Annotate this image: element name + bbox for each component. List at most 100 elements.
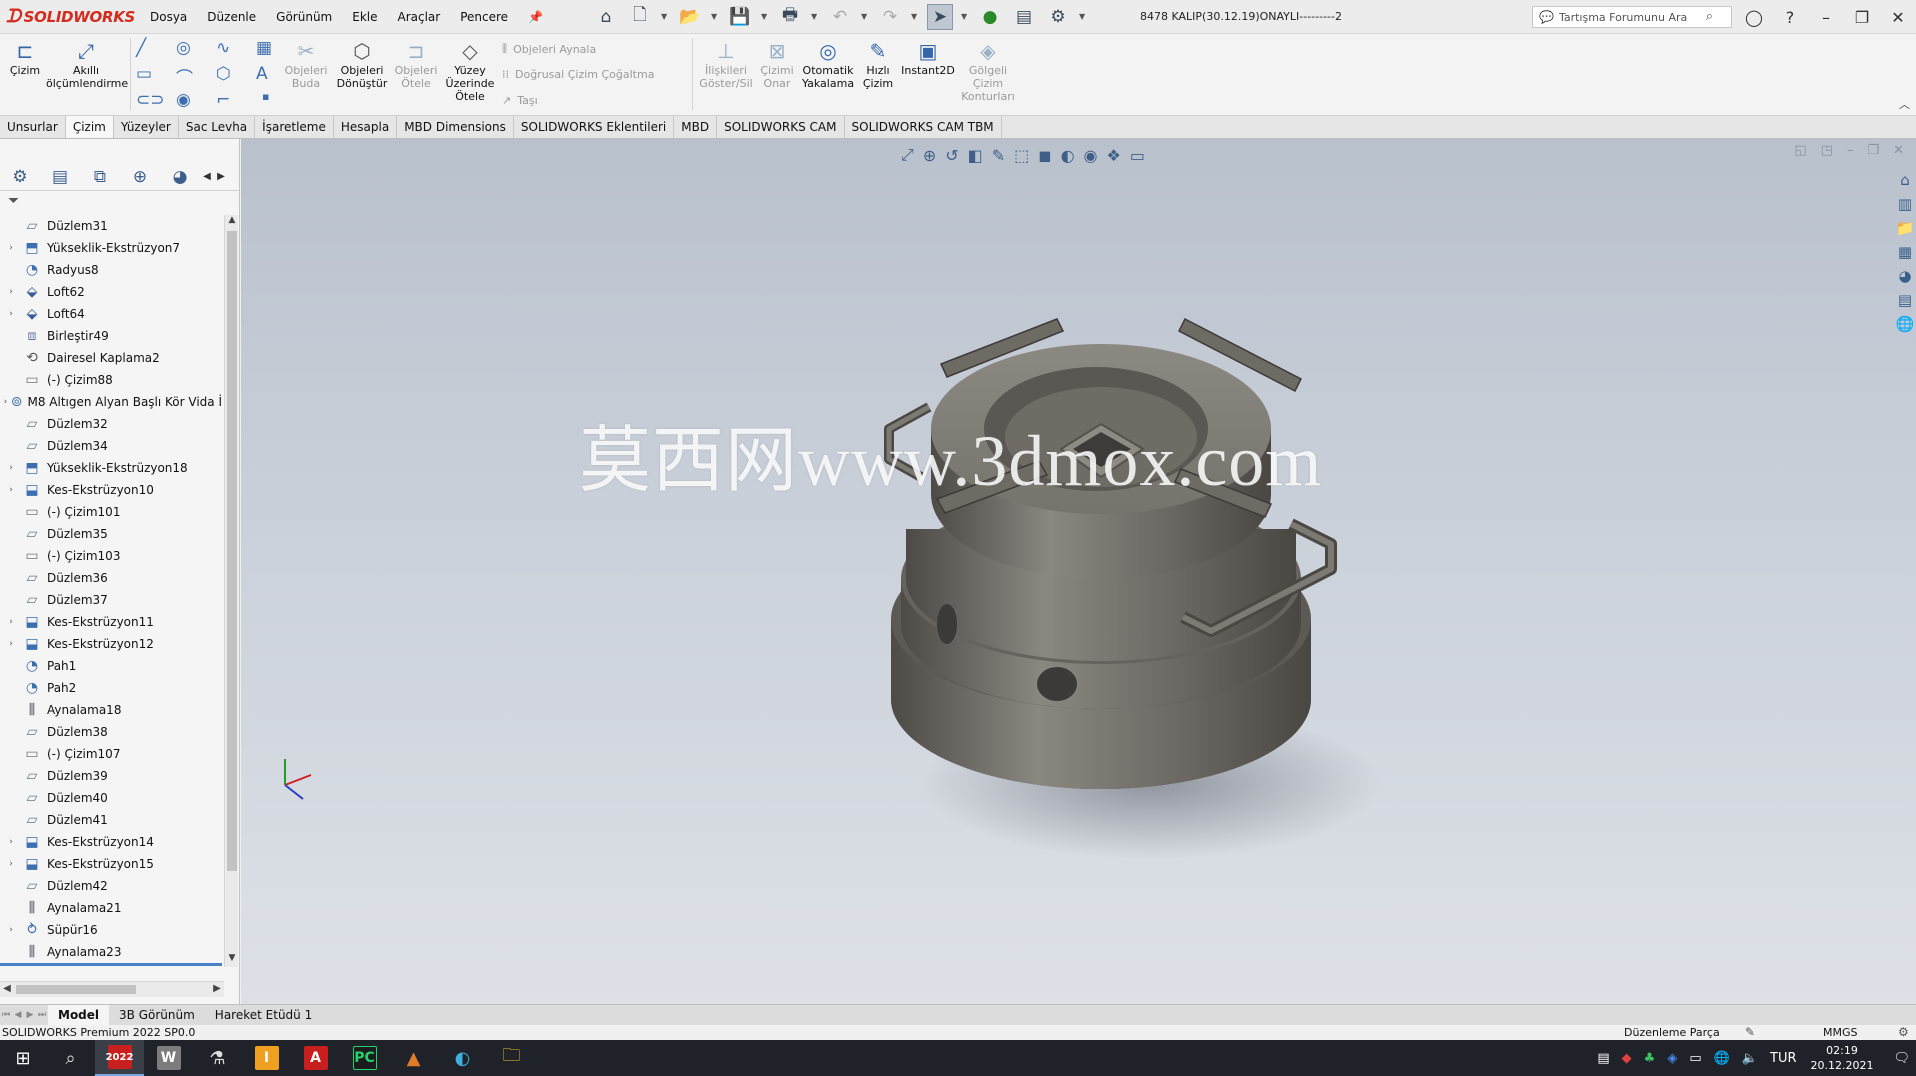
feature-tree-item[interactable]: › ⬒ Yükseklik-Ekstrüzyon7 (0, 237, 222, 259)
property-manager-tab-icon[interactable]: ▤ (40, 167, 80, 187)
view-orientation-icon[interactable]: ⬚ (1014, 146, 1029, 165)
menu-araclar[interactable]: Araçlar (388, 0, 451, 34)
restore-icon[interactable]: ❐ (1844, 8, 1880, 27)
viewport-tile-icon[interactable]: ◱ (1794, 143, 1806, 158)
undo-icon[interactable]: ↶ (827, 4, 853, 30)
feature-tree-item[interactable]: ▭ (-) Çizim88 (0, 369, 222, 391)
expand-arrow-icon[interactable]: › (0, 485, 22, 495)
viewport-minimize-icon[interactable]: – (1847, 143, 1854, 158)
viewport-close-icon[interactable]: ✕ (1893, 143, 1904, 158)
chevron-down-icon[interactable]: ▼ (711, 12, 719, 21)
pin-icon[interactable]: 📌 (518, 0, 553, 34)
zoom-to-area-icon[interactable]: ⊕ (923, 146, 936, 165)
panel-nav-right-icon[interactable]: ▶ (214, 171, 228, 182)
trim-entities-button[interactable]: ✂ Objeleri Buda (282, 38, 330, 90)
expand-arrow-icon[interactable]: › (0, 243, 22, 253)
slot-icon[interactable]: ⊂⊃ (136, 90, 165, 110)
tab-isaretleme[interactable]: İşaretleme (255, 116, 334, 138)
circle-icon[interactable]: ◎ (176, 38, 191, 58)
unit-system[interactable]: MMGS (1823, 1026, 1858, 1039)
taskbar-illustrator-icon[interactable]: I (242, 1040, 291, 1076)
expand-arrow-icon[interactable]: › (0, 309, 22, 319)
feature-tree-item[interactable]: ▱ Düzlem39 (0, 765, 222, 787)
line-icon[interactable]: ╱ (136, 38, 146, 58)
tab-solidworks-eklentileri[interactable]: SOLIDWORKS Eklentileri (514, 116, 675, 138)
taskbar-matlab-icon[interactable]: ▲ (389, 1040, 438, 1076)
offset-on-surface-button[interactable]: ◇ Yüzey Üzerinde Ötele (442, 38, 498, 103)
chevron-down-icon[interactable]: ▼ (761, 12, 769, 21)
tab-unsurlar[interactable]: Unsurlar (0, 116, 66, 138)
sketch-button[interactable]: ⊏ Çizim (6, 38, 44, 77)
feature-tree-item[interactable]: ▭ (-) Çizim101 (0, 501, 222, 523)
expand-arrow-icon[interactable]: › (0, 397, 11, 407)
move-entities-button[interactable]: ↗ Taşı (502, 94, 538, 107)
feature-tree-item[interactable]: ▭ (-) Çizim107 (0, 743, 222, 765)
save-icon[interactable]: 💾 (727, 4, 753, 30)
collapse-ribbon-icon[interactable]: ︿ (1899, 96, 1910, 112)
dimxpert-tab-icon[interactable]: ⊕ (120, 167, 160, 187)
polygon-icon[interactable]: ⬡ (216, 64, 231, 84)
last-tab-icon[interactable]: ⏭ (36, 1010, 48, 1020)
previous-view-icon[interactable]: ↺ (945, 146, 958, 165)
viewport-split-icon[interactable]: ◳ (1821, 143, 1833, 158)
tab-yuzeyler[interactable]: Yüzeyler (114, 116, 179, 138)
chevron-down-icon[interactable]: ▼ (961, 12, 969, 21)
feature-tree-item[interactable]: › ⬓ Kes-Ekstrüzyon15 (0, 853, 222, 875)
repair-sketch-button[interactable]: ⊠ Çizimi Onar (758, 38, 796, 90)
feature-tree-item[interactable]: › ⬓ Kes-Ekstrüzyon12 (0, 633, 222, 655)
menu-duzenle[interactable]: Düzenle (197, 0, 266, 34)
solidworks-resources-icon[interactable]: ⌂ (1900, 171, 1910, 189)
clock[interactable]: 02:19 20.12.2021 (1811, 1043, 1874, 1073)
menu-ekle[interactable]: Ekle (342, 0, 387, 34)
feature-tree-item[interactable]: ⫼ Aynalama21 (0, 897, 222, 919)
rectangle-icon[interactable]: ▭ (136, 64, 152, 84)
expand-arrow-icon[interactable]: › (0, 287, 22, 297)
expand-arrow-icon[interactable]: › (0, 859, 22, 869)
linear-pattern-button[interactable]: ⁞⁞ Doğrusal Çizim Çoğaltma (502, 68, 654, 81)
next-tab-icon[interactable]: ▶ (24, 1010, 36, 1020)
file-explorer-icon[interactable]: 📁 (1896, 219, 1915, 237)
view-settings-icon[interactable]: ▭ (1130, 146, 1145, 165)
text-icon[interactable]: A (256, 64, 268, 84)
block-icon[interactable]: ▦ (256, 38, 272, 58)
rebuild-icon[interactable]: ✎ (1745, 1025, 1755, 1039)
expand-arrow-icon[interactable]: › (0, 463, 22, 473)
display-style-icon[interactable]: ◼ (1038, 146, 1051, 165)
redo-icon[interactable]: ↷ (877, 4, 903, 30)
feature-tree-item[interactable]: › ⊚ M8 Altıgen Alyan Başlı Kör Vida İ (0, 391, 222, 413)
taskbar-explorer-icon[interactable]: 🗀 (487, 1040, 536, 1076)
chevron-down-icon[interactable]: ▼ (911, 12, 919, 21)
feature-tree-item[interactable]: ◔ Pah1 (0, 655, 222, 677)
tab-solidworks-cam[interactable]: SOLIDWORKS CAM (717, 116, 845, 138)
tab-model[interactable]: Model (48, 1005, 110, 1025)
taskbar-solidworks-icon[interactable]: 2022 (95, 1040, 144, 1076)
tab-motion-study[interactable]: Hareket Etüdü 1 (205, 1005, 322, 1025)
language-indicator[interactable]: TUR (1770, 1051, 1797, 1066)
prev-tab-icon[interactable]: ◀ (12, 1010, 24, 1020)
options-gear-icon[interactable]: ⚙ (1045, 4, 1071, 30)
feature-tree-item[interactable]: › ⬙ Loft62 (0, 281, 222, 303)
feature-manager-tab-icon[interactable]: ⚙ (0, 167, 40, 187)
chevron-down-icon[interactable]: ▼ (811, 12, 819, 21)
help-icon[interactable]: ? (1772, 8, 1808, 27)
chevron-down-icon[interactable]: ▼ (861, 12, 869, 21)
expand-arrow-icon[interactable]: › (0, 837, 22, 847)
feature-tree-item[interactable]: ⫼ Aynalama18 (0, 699, 222, 721)
expand-arrow-icon[interactable]: › (0, 925, 22, 935)
feature-tree-item[interactable]: › ⬓ Kes-Ekstrüzyon11 (0, 611, 222, 633)
feature-tree-item[interactable]: › ⬙ Loft64 (0, 303, 222, 325)
solidworks-logo[interactable]: ᗪ SOLIDWORKS (6, 6, 136, 27)
taskbar-drafting-icon[interactable]: ⚗ (193, 1040, 242, 1076)
feature-tree-item[interactable]: ▱ Düzlem38 (0, 721, 222, 743)
select-cursor-icon[interactable]: ➤ (927, 3, 954, 30)
taskbar-search-icon[interactable]: ⌕ (46, 1040, 95, 1076)
feature-tree-item[interactable]: ▱ Düzlem36 (0, 567, 222, 589)
tab-3d-view[interactable]: 3B Görünüm (109, 1005, 205, 1025)
instant2d-button[interactable]: ▣ Instant2D (900, 38, 956, 77)
tray-defender-icon[interactable]: ◈ (1667, 1051, 1677, 1066)
first-tab-icon[interactable]: ⏮ (0, 1010, 12, 1020)
display-delete-relations-button[interactable]: ⊥ İlişkileri Göster/Sil (696, 38, 756, 90)
new-document-icon[interactable]: 🗋 (627, 4, 653, 30)
feature-tree-item[interactable]: ▱ Düzlem34 (0, 435, 222, 457)
appearances-icon[interactable]: ◕ (1898, 267, 1911, 285)
